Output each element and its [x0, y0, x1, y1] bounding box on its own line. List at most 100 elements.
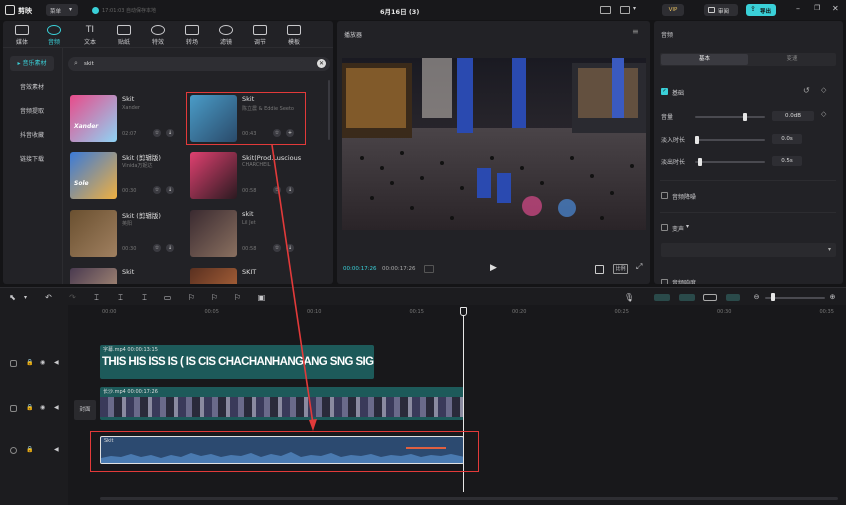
voice-select[interactable]: ▾	[661, 243, 836, 257]
favorite-star-icon[interactable]: ☆	[153, 129, 161, 137]
text-clip[interactable]: 字幕.mp4 00:00:13:15 THIS HIS ISS IS ( IS …	[100, 345, 374, 379]
snap-icon[interactable]	[726, 294, 740, 301]
layout-icon[interactable]	[620, 6, 630, 14]
select-cursor-icon[interactable]: ⬉	[8, 293, 17, 302]
fadeout-slider-knob[interactable]	[698, 158, 702, 166]
maximize-icon[interactable]: ❐	[814, 4, 820, 12]
fadein-value-field[interactable]: 0.0s	[772, 134, 802, 144]
export-button[interactable]: ⇪ 导出	[746, 4, 776, 16]
music-item[interactable]: Skit (剪辑版) 英阳 00:30 ☆ ↓	[70, 210, 180, 259]
loudness-checkbox[interactable]	[661, 279, 668, 284]
ratio-button[interactable]: 比例	[613, 264, 628, 274]
split-right-icon[interactable]: ⌶	[140, 293, 149, 302]
tab-effects[interactable]: 特效	[145, 25, 171, 46]
shortcut-icon[interactable]	[600, 6, 611, 14]
tab-template[interactable]: 模板	[281, 25, 307, 46]
link-main-track-icon[interactable]	[654, 294, 670, 301]
category-extract[interactable]: 音频提取	[10, 104, 54, 119]
timeline-scrollbar[interactable]	[100, 497, 838, 500]
download-icon[interactable]: ↓	[166, 244, 174, 252]
download-icon[interactable]: ↓	[286, 244, 294, 252]
preview-axis-icon[interactable]	[703, 294, 717, 301]
tab-adjust[interactable]: 调节	[247, 25, 273, 46]
volume-slider[interactable]	[695, 116, 765, 118]
favorite-star-icon[interactable]: ☆	[273, 186, 281, 194]
review-button[interactable]: 审阅	[704, 4, 738, 16]
music-item[interactable]: skit Lil Jet 00:58 ☆ ↓	[190, 210, 300, 259]
speaker-icon[interactable]: ◀	[54, 446, 59, 453]
voice-checkbox[interactable]	[661, 224, 668, 231]
marker-icon[interactable]: ⚐	[187, 293, 196, 302]
music-item[interactable]: Skit(Prod.Luscious B3) - 剪辑版CHARCHEIL 00:…	[190, 152, 302, 201]
download-icon[interactable]: ↓	[166, 129, 174, 137]
screenshot-icon[interactable]: ▣	[257, 293, 266, 302]
lock-icon[interactable]: 🔒	[26, 446, 33, 453]
speaker-icon[interactable]: ◀	[54, 404, 59, 411]
split-left-icon[interactable]: ⌶	[116, 293, 125, 302]
volume-slider-knob[interactable]	[743, 113, 747, 121]
download-icon[interactable]: ↓	[286, 186, 294, 194]
tab-transition[interactable]: 转场	[179, 25, 205, 46]
eye-icon[interactable]: ◉	[40, 359, 45, 366]
cover-button[interactable]: 封面	[74, 400, 96, 420]
lock-icon[interactable]: 🔒	[26, 359, 33, 366]
favorite-star-icon[interactable]: ☆	[153, 244, 161, 252]
eye-icon[interactable]: ◉	[40, 404, 45, 411]
category-link[interactable]: 链接下载	[10, 152, 54, 167]
microphone-icon[interactable]: 🎙	[624, 293, 634, 302]
undo-icon[interactable]: ↶	[44, 293, 53, 302]
download-icon[interactable]: ↓	[166, 186, 174, 194]
fadeout-slider[interactable]	[695, 161, 765, 163]
favorite-star-icon[interactable]: ☆	[273, 244, 281, 252]
music-item[interactable]: Xander Skit Xander 02:07 ☆ ↓	[70, 95, 180, 144]
player-menu-icon[interactable]: ≡	[632, 27, 639, 36]
chevron-down-icon[interactable]: ▾	[21, 293, 30, 302]
volume-value-field[interactable]: 0.0dB	[772, 111, 814, 121]
zoom-fit-icon[interactable]: ⊕	[828, 293, 837, 302]
category-music[interactable]: ▸ 音乐素材	[10, 56, 54, 71]
video-clip[interactable]: 长沙.mp4 00:00:17:26	[100, 387, 464, 420]
split-icon[interactable]: ⌶	[92, 293, 101, 302]
tab-basic[interactable]: 基本	[661, 54, 748, 65]
play-icon[interactable]: ▶	[490, 263, 497, 273]
tab-speed[interactable]: 变速	[749, 54, 835, 65]
category-douyin[interactable]: 抖音收藏	[10, 128, 54, 143]
marker-remove-icon[interactable]: ⚐	[233, 293, 242, 302]
playhead-handle[interactable]	[460, 307, 467, 316]
fadein-slider-knob[interactable]	[695, 136, 699, 144]
tab-audio[interactable]: 音频	[41, 25, 67, 46]
menu-button[interactable]: 菜单 ▾	[46, 4, 78, 16]
marker-add-icon[interactable]: ⚐	[210, 293, 219, 302]
lock-icon[interactable]: 🔒	[26, 404, 33, 411]
redo-icon[interactable]: ↷	[68, 293, 77, 302]
timeline-view-icon[interactable]	[424, 265, 434, 273]
search-box[interactable]: ⌕ skit ✕	[68, 57, 330, 71]
reset-icon[interactable]: ↺	[803, 86, 810, 95]
favorite-star-icon[interactable]: ☆	[153, 186, 161, 194]
music-item[interactable]: SKIT	[190, 268, 300, 284]
speaker-icon[interactable]: ◀	[54, 359, 59, 366]
basic-checkbox[interactable]: ✓	[661, 88, 668, 95]
tab-filter[interactable]: 滤镜	[213, 25, 239, 46]
expand-icon[interactable]: ⤢	[636, 262, 642, 272]
fadeout-value-field[interactable]: 0.5s	[772, 156, 802, 166]
tab-text[interactable]: TI 文本	[77, 25, 103, 46]
fadein-slider[interactable]	[695, 139, 765, 141]
vip-badge[interactable]: VIP	[662, 4, 684, 16]
music-item[interactable]: Skit	[70, 268, 180, 284]
music-item[interactable]: Sole Skit (剪辑版) Vinida万妮达 00:30 ☆ ↓	[70, 152, 180, 201]
delete-icon[interactable]: ▭	[163, 293, 172, 302]
volume-keyframe-icon[interactable]: ◇	[821, 110, 826, 118]
category-sfx[interactable]: 音效素材	[10, 80, 54, 95]
zoom-out-icon[interactable]: ⊖	[752, 293, 761, 302]
zoom-slider-knob[interactable]	[771, 293, 775, 301]
scrollbar[interactable]	[328, 80, 330, 140]
link-clips-icon[interactable]	[679, 294, 695, 301]
clear-search-icon[interactable]: ✕	[317, 59, 326, 68]
close-icon[interactable]: ✕	[832, 4, 839, 13]
search-input[interactable]: skit	[84, 61, 94, 67]
minimize-icon[interactable]: –	[796, 4, 800, 13]
keyframe-icon[interactable]: ◇	[821, 86, 826, 94]
denoise-checkbox[interactable]	[661, 192, 668, 199]
tab-sticker[interactable]: 贴纸	[111, 25, 137, 46]
